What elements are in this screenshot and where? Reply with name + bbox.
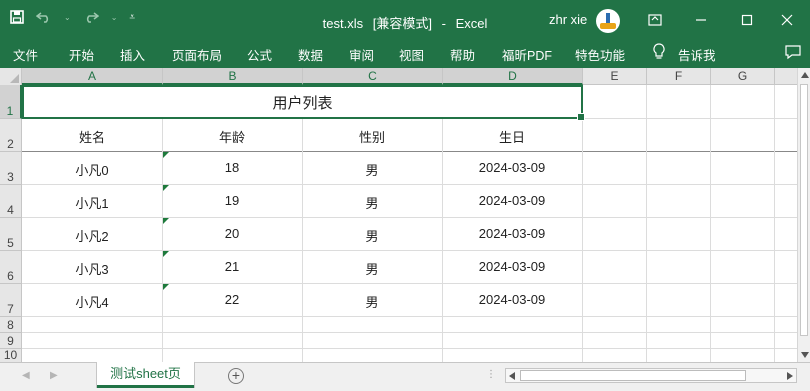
file-name: test.xls — [322, 16, 364, 31]
cell-a5[interactable]: 小凡2 — [22, 226, 162, 245]
row-header-4[interactable]: 4 — [0, 185, 22, 218]
header-cell-age[interactable]: 年龄 — [162, 127, 302, 146]
compat-mode-label: [兼容模式] — [372, 16, 432, 31]
avatar[interactable] — [596, 9, 620, 33]
cell-a6[interactable]: 小凡3 — [22, 259, 162, 278]
user-name[interactable]: zhr xie — [549, 12, 587, 27]
redo-icon[interactable] — [83, 11, 99, 23]
vertical-scrollbar[interactable] — [797, 68, 810, 362]
select-all-button[interactable] — [0, 68, 22, 85]
scroll-down-icon[interactable] — [801, 352, 809, 358]
cell-d3[interactable]: 2024-03-09 — [442, 160, 582, 175]
next-sheet-icon[interactable]: ▶ — [50, 370, 58, 381]
menu-home[interactable]: 开始 — [69, 45, 94, 64]
column-header-c[interactable]: C — [303, 68, 443, 85]
horizontal-scrollbar[interactable] — [505, 368, 797, 383]
cell-a3[interactable]: 小凡0 — [22, 160, 162, 179]
row-header-10[interactable]: 10 — [0, 349, 22, 362]
cell-b4[interactable]: 19 — [162, 193, 302, 208]
cell-c5[interactable]: 男 — [302, 226, 442, 245]
cell-c6[interactable]: 男 — [302, 259, 442, 278]
cell-c3[interactable]: 男 — [302, 160, 442, 179]
undo-dropdown-icon[interactable]: ⌄ — [64, 13, 71, 22]
prev-sheet-icon[interactable]: ◀ — [22, 370, 30, 381]
cell-b6[interactable]: 21 — [162, 259, 302, 274]
scroll-up-icon[interactable] — [801, 72, 809, 78]
cell-b7[interactable]: 22 — [162, 292, 302, 307]
sheet-tab-active[interactable]: 测试sheet页 — [97, 362, 194, 388]
cell-d7[interactable]: 2024-03-09 — [442, 292, 582, 307]
column-headers: A B C D E F G — [0, 68, 797, 85]
number-as-text-indicator[interactable] — [163, 185, 169, 191]
cell-a7[interactable]: 小凡4 — [22, 292, 162, 311]
ribbon-display-options-icon[interactable] — [632, 0, 678, 40]
redo-dropdown-icon[interactable]: ⌄ — [111, 13, 118, 22]
minimize-icon[interactable] — [678, 0, 724, 40]
app-name: Excel — [455, 16, 488, 31]
menu-formulas[interactable]: 公式 — [247, 45, 272, 64]
title-cell-a1[interactable]: 用户列表 — [22, 85, 585, 121]
comment-icon[interactable] — [784, 43, 802, 61]
menu-foxit-pdf[interactable]: 福昕PDF — [502, 45, 552, 64]
customize-qat-icon[interactable]: ⩡ — [129, 12, 135, 23]
lightbulb-icon[interactable] — [653, 43, 665, 61]
column-header-a[interactable]: A — [22, 68, 163, 85]
menu-data[interactable]: 数据 — [298, 45, 323, 64]
tab-splitter-handle[interactable]: ⋮ — [486, 369, 497, 380]
add-sheet-button[interactable]: + — [228, 368, 244, 384]
cell-d4[interactable]: 2024-03-09 — [442, 193, 582, 208]
cell-c7[interactable]: 男 — [302, 292, 442, 311]
cell-d5[interactable]: 2024-03-09 — [442, 226, 582, 241]
column-header-b[interactable]: B — [163, 68, 303, 85]
row-header-8[interactable]: 8 — [0, 317, 22, 333]
sheet-tab-bar: ◀ ▶ 测试sheet页 + ⋮ — [0, 362, 810, 391]
row-header-1[interactable]: 1 — [0, 85, 22, 119]
cell-d6[interactable]: 2024-03-09 — [442, 259, 582, 274]
cell-c4[interactable]: 男 — [302, 193, 442, 212]
number-as-text-indicator[interactable] — [163, 284, 169, 290]
row-header-7[interactable]: 7 — [0, 284, 22, 317]
row-header-9[interactable]: 9 — [0, 333, 22, 349]
menu-page-layout[interactable]: 页面布局 — [172, 45, 222, 64]
close-icon[interactable] — [764, 0, 810, 40]
menu-view[interactable]: 视图 — [399, 45, 424, 64]
column-header-e[interactable]: E — [583, 68, 647, 85]
title-separator: - — [441, 16, 446, 31]
vertical-scroll-thumb[interactable] — [800, 84, 808, 336]
horizontal-scroll-thumb[interactable] — [520, 370, 746, 381]
cell-b5[interactable]: 20 — [162, 226, 302, 241]
menu-file[interactable]: 文件 — [13, 45, 38, 64]
row-header-2[interactable]: 2 — [0, 119, 22, 152]
column-header-d[interactable]: D — [443, 68, 583, 85]
worksheet-grid[interactable]: 用户列表 姓名 年龄 性别 生日 小凡0 18 男 2024-03-09 小凡1… — [22, 85, 797, 362]
header-cell-gender[interactable]: 性别 — [302, 127, 442, 146]
scroll-right-icon[interactable] — [787, 372, 793, 380]
column-header-f[interactable]: F — [647, 68, 711, 85]
ribbon-tabs: 文件 开始 插入 页面布局 公式 数据 审阅 视图 帮助 福昕PDF 特色功能 … — [0, 40, 810, 68]
number-as-text-indicator[interactable] — [163, 218, 169, 224]
quick-access-toolbar: ⌄ ⌄ ⩡ — [10, 10, 135, 24]
header-cell-birthday[interactable]: 生日 — [442, 127, 582, 146]
menu-special-features[interactable]: 特色功能 — [575, 45, 625, 64]
scroll-left-icon[interactable] — [509, 372, 515, 380]
menu-review[interactable]: 审阅 — [349, 45, 374, 64]
row-header-3[interactable]: 3 — [0, 152, 22, 185]
number-as-text-indicator[interactable] — [163, 152, 169, 158]
tell-me-search[interactable]: 告诉我 — [678, 45, 716, 64]
row-header-6[interactable]: 6 — [0, 251, 22, 284]
row-header-5[interactable]: 5 — [0, 218, 22, 251]
column-header-h[interactable] — [775, 68, 797, 85]
undo-icon[interactable] — [36, 11, 52, 23]
menu-help[interactable]: 帮助 — [450, 45, 475, 64]
cell-b3[interactable]: 18 — [162, 160, 302, 175]
title-bar: ⌄ ⌄ ⩡ test.xls [兼容模式] - Excel zhr xie — [0, 0, 810, 40]
menu-insert[interactable]: 插入 — [120, 45, 145, 64]
number-as-text-indicator[interactable] — [163, 251, 169, 257]
cell-a4[interactable]: 小凡1 — [22, 193, 162, 212]
column-header-g[interactable]: G — [711, 68, 775, 85]
save-icon[interactable] — [10, 10, 24, 24]
header-cell-name[interactable]: 姓名 — [22, 127, 162, 146]
